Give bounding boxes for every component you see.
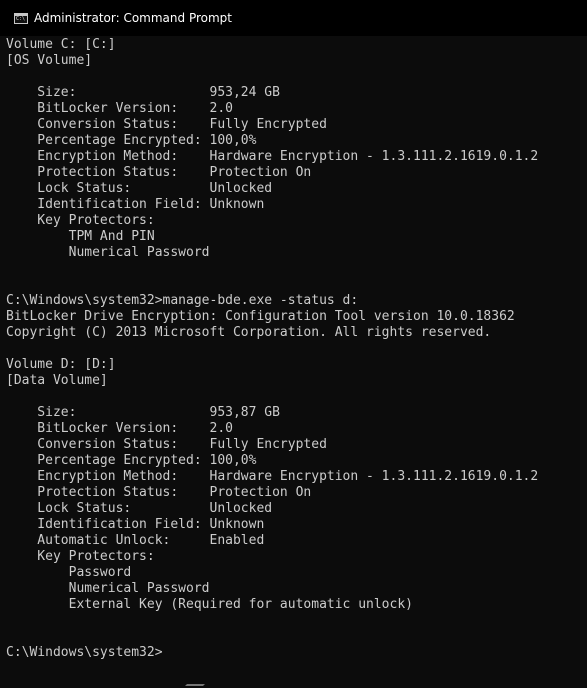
console-line: BitLocker Version: 2.0 xyxy=(6,421,233,436)
console-line: TPM And PIN xyxy=(6,229,155,244)
console-line: C:\Windows\system32> xyxy=(6,645,163,660)
console-line: BitLocker Version: 2.0 xyxy=(6,101,233,116)
console-line: Identification Field: Unknown xyxy=(6,197,265,212)
window-title: Administrator: Command Prompt xyxy=(34,11,232,25)
console-line: Protection Status: Protection On xyxy=(6,165,312,180)
console-line: Lock Status: Unlocked xyxy=(6,181,273,196)
console-line: Key Protectors: xyxy=(6,549,155,564)
console-line: Encryption Method: Hardware Encryption -… xyxy=(6,149,539,164)
console-line: Volume C: [C:] xyxy=(6,37,116,52)
console-line: [OS Volume] xyxy=(6,53,93,68)
cmd-icon[interactable]: C:\ xyxy=(14,12,28,24)
title-bar[interactable]: C:\ Administrator: Command Prompt xyxy=(0,0,587,36)
console-line: Percentage Encrypted: 100,0% xyxy=(6,453,257,468)
console-line: Size: 953,24 GB xyxy=(6,85,280,100)
console-line: Password xyxy=(6,565,132,580)
console-line: Conversion Status: Fully Encrypted xyxy=(6,117,327,132)
console-line: Automatic Unlock: Enabled xyxy=(6,533,265,548)
console-line: Protection Status: Protection On xyxy=(6,485,312,500)
console-line: Identification Field: Unknown xyxy=(6,517,265,532)
console-line: [Data Volume] xyxy=(6,373,108,388)
console-line: Numerical Password xyxy=(6,245,210,260)
console-line: Lock Status: Unlocked xyxy=(6,501,273,516)
console-line: Key Protectors: xyxy=(6,213,155,228)
console-line: Size: 953,87 GB xyxy=(6,405,280,420)
cmd-icon-glyph: C:\ xyxy=(16,15,26,22)
console-line: Conversion Status: Fully Encrypted xyxy=(6,437,327,452)
console-output[interactable]: Volume C: [C:] [OS Volume] Size: 953,24 G… xyxy=(6,37,581,682)
console-line: Copyright (C) 2013 Microsoft Corporation… xyxy=(6,325,492,340)
scrollbar-hint xyxy=(185,684,205,686)
console-line: Percentage Encrypted: 100,0% xyxy=(6,133,257,148)
console-line: External Key (Required for automatic unl… xyxy=(6,597,413,612)
console-line: Encryption Method: Hardware Encryption -… xyxy=(6,469,539,484)
console-line: Volume D: [D:] xyxy=(6,357,116,372)
command-prompt-window: C:\ Administrator: Command Prompt Volume… xyxy=(0,0,587,688)
console-line: BitLocker Drive Encryption: Configuratio… xyxy=(6,309,515,324)
console-line: C:\Windows\system32>manage-bde.exe -stat… xyxy=(6,293,359,308)
console-line: Numerical Password xyxy=(6,581,210,596)
